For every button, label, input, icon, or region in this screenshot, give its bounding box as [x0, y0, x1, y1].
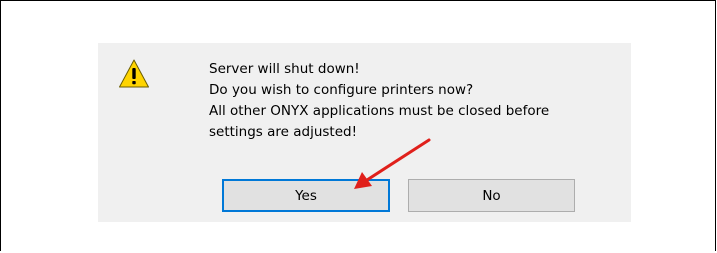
message-line: All other ONYX applications must be clos…	[209, 103, 550, 119]
screenshot-frame: Server will shut down! Do you wish to co…	[0, 0, 716, 251]
message-line: settings are adjusted!	[209, 124, 358, 140]
no-button[interactable]: No	[408, 179, 575, 212]
message-line: Server will shut down!	[209, 61, 360, 77]
confirm-dialog: Server will shut down! Do you wish to co…	[98, 43, 631, 222]
dialog-message: Server will shut down! Do you wish to co…	[209, 59, 629, 143]
warning-icon	[118, 58, 150, 90]
message-line: Do you wish to configure printers now?	[209, 82, 474, 98]
yes-button[interactable]: Yes	[222, 179, 390, 212]
